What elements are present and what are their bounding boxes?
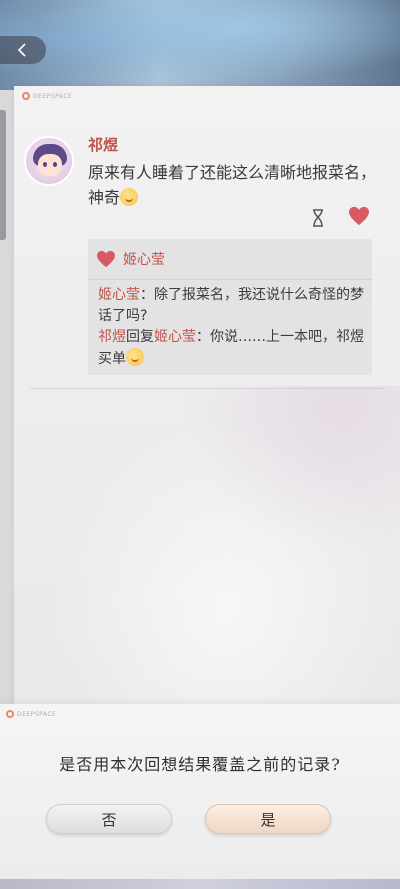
top-banner-background bbox=[0, 0, 400, 90]
chevron-left-icon bbox=[17, 43, 26, 57]
comment-item-reply[interactable]: 祁煜回复姬心莹：你说……上一本吧，祁煜买单 bbox=[98, 327, 364, 370]
back-button[interactable] bbox=[0, 36, 46, 64]
comment-separator: ： bbox=[196, 329, 210, 345]
brand-logo: DEEPSPACE bbox=[22, 92, 72, 100]
comment-box: 姬心莹 姬心莹：除了报菜名，我还说什么奇怪的梦话了吗? 祁煜回复姬心莹：你说……… bbox=[88, 239, 372, 375]
heart-icon bbox=[97, 250, 115, 268]
dialog-question: 是否用本次回想结果覆盖之前的记录? bbox=[59, 755, 341, 774]
bottom-strip bbox=[0, 879, 400, 889]
confirm-dialog: DEEPSPACE 是否用本次回想结果覆盖之前的记录? 否 是 bbox=[0, 704, 400, 879]
reply-word: 回复 bbox=[126, 329, 154, 345]
emoji-icon bbox=[120, 188, 139, 206]
commenter-name: 姬心莹 bbox=[98, 287, 140, 303]
yes-button[interactable]: 是 bbox=[205, 804, 331, 834]
brand-logo: DEEPSPACE bbox=[6, 710, 56, 718]
no-button[interactable]: 否 bbox=[46, 804, 172, 834]
hourglass-icon[interactable] bbox=[310, 208, 326, 228]
commenter-name: 祁煜 bbox=[98, 329, 126, 345]
like-heart-icon[interactable] bbox=[348, 206, 370, 226]
comment-separator: ： bbox=[140, 287, 154, 303]
author-name: 祁煜 bbox=[88, 136, 119, 154]
liker-name[interactable]: 姬心莹 bbox=[123, 249, 165, 269]
moment-card: DEEPSPACE 祁煜 原来有人睡着了还能这么清晰地报菜名，神奇 姬心莹 姬心… bbox=[14, 86, 400, 706]
emoji-icon bbox=[126, 348, 144, 366]
scroll-handle[interactable] bbox=[0, 110, 6, 240]
reply-to-name: 姬心莹 bbox=[154, 329, 196, 345]
post-text: 原来有人睡着了还能这么清晰地报菜名，神奇 bbox=[88, 160, 378, 210]
likes-row: 姬心莹 bbox=[96, 249, 165, 269]
decorative-background bbox=[14, 386, 400, 706]
divider bbox=[88, 279, 372, 280]
comment-item[interactable]: 姬心莹：除了报菜名，我还说什么奇怪的梦话了吗? bbox=[98, 285, 364, 327]
author-avatar[interactable] bbox=[24, 136, 74, 186]
